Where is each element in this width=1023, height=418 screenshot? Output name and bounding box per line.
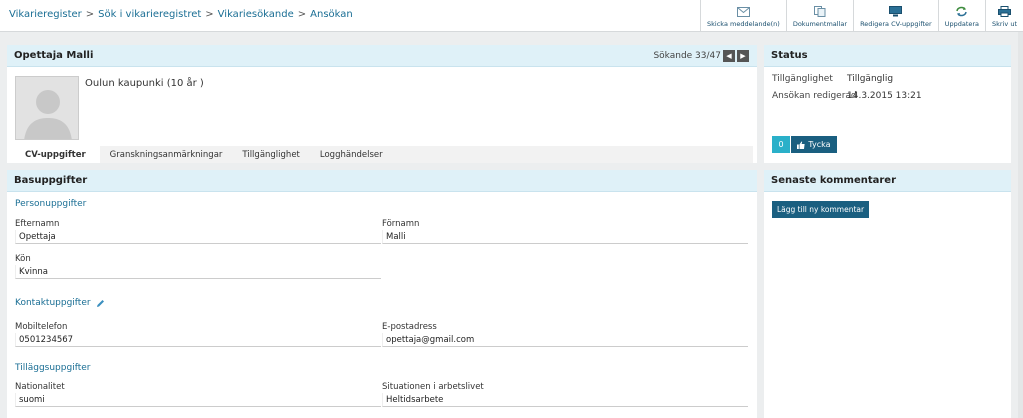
templates-button[interactable]: Dokumentmallar <box>785 0 853 32</box>
breadcrumb-item-applicants[interactable]: Vikariesökande <box>218 9 294 20</box>
personal-section-title: Personuppgifter <box>15 199 87 209</box>
applicant-name: Opettaja Malli <box>14 50 94 61</box>
documents-icon <box>813 6 826 17</box>
email-field[interactable]: opettaja@gmail.com <box>382 333 748 347</box>
breadcrumb-separator: > <box>297 9 307 20</box>
breadcrumb: Vikarieregister > Sök i vikarieregistret > V… <box>9 9 353 20</box>
work-situation-label: Situationen i arbetslivet <box>382 382 484 392</box>
profile-header: Opettaja Malli Sökande 33/47 ◀ ▶ <box>7 45 757 67</box>
edited-row: Ansökan redigerad 14.3.2015 13:21 <box>772 91 922 101</box>
gender-field[interactable]: Kvinna <box>15 265 381 279</box>
monitor-icon <box>889 6 903 17</box>
availability-value: Tillgänglig <box>847 74 894 84</box>
nationality-label: Nationalitet <box>15 382 65 392</box>
toolbar: Skicka meddelande(n) Dokumentmallar Redi… <box>700 0 1023 32</box>
firstname-label: Förnamn <box>382 219 420 229</box>
mobile-field[interactable]: 0501234567 <box>15 333 381 347</box>
email-label: E-postadress <box>382 322 437 332</box>
previous-applicant-button[interactable]: ◀ <box>723 50 735 62</box>
profile-tabs: CV-uppgifter Granskningsanmärkningar Til… <box>11 146 753 163</box>
applicant-pager: Sökande 33/47 ◀ ▶ <box>653 50 749 62</box>
status-panel: Status Tillgänglighet Tillgänglig Ansöka… <box>764 45 1011 163</box>
breadcrumb-item-current: Ansökan <box>310 9 353 20</box>
tab-availability[interactable]: Tillgänglighet <box>232 146 309 163</box>
refresh-icon <box>956 6 968 17</box>
add-comment-button[interactable]: Lägg till ny kommentar <box>772 201 870 218</box>
avatar <box>15 76 79 140</box>
refresh-label: Uppdatera <box>944 20 980 28</box>
comments-title: Senaste kommentarer <box>771 175 897 186</box>
person-silhouette-icon <box>16 77 78 139</box>
like-label: Tycka <box>808 140 831 149</box>
comments-panel: Senaste kommentarer Lägg till ny komment… <box>764 170 1011 418</box>
mobile-label: Mobiltelefon <box>15 322 68 332</box>
refresh-button[interactable]: Uppdatera <box>937 0 985 32</box>
contact-section-label: Kontaktuppgifter <box>15 298 91 308</box>
pencil-icon[interactable] <box>96 299 105 308</box>
thumbs-up-icon <box>797 141 806 149</box>
lastname-field[interactable]: Opettaja <box>15 230 381 244</box>
print-button[interactable]: Skriv ut <box>985 0 1023 32</box>
scrollbar-track[interactable] <box>1018 32 1023 418</box>
contact-section-title: Kontaktuppgifter <box>15 298 105 308</box>
tab-log-events[interactable]: Logghändelser <box>310 146 393 163</box>
extra-section-title: Tilläggsuppgifter <box>15 363 91 373</box>
work-situation-field[interactable]: Heltidsarbete <box>382 393 748 407</box>
pager-text: Sökande 33/47 <box>653 51 721 61</box>
breadcrumb-item-search[interactable]: Sök i vikarieregistret <box>98 9 201 20</box>
edit-cv-label: Redigera CV-uppgifter <box>860 20 932 28</box>
like-button[interactable]: Tycka <box>791 136 837 153</box>
edited-label: Ansökan redigerad <box>772 91 857 101</box>
print-label: Skriv ut <box>992 20 1017 28</box>
tab-review-notes[interactable]: Granskningsanmärkningar <box>100 146 233 163</box>
breadcrumb-separator: > <box>205 9 214 20</box>
applicant-location: Oulun kaupunki (10 år ) <box>85 78 204 89</box>
lastname-label: Efternamn <box>15 219 60 229</box>
availability-label: Tillgänglighet <box>772 74 833 84</box>
firstname-field[interactable]: Malli <box>382 230 748 244</box>
edited-value: 14.3.2015 13:21 <box>847 91 922 101</box>
top-bar: Vikarieregister > Sök i vikarieregistret > V… <box>0 0 1023 32</box>
edit-cv-button[interactable]: Redigera CV-uppgifter <box>853 0 938 32</box>
basic-info-title: Basuppgifter <box>14 175 88 186</box>
templates-label: Dokumentmallar <box>792 20 848 28</box>
status-title: Status <box>771 50 808 61</box>
nationality-field[interactable]: suomi <box>15 393 381 407</box>
profile-panel: Opettaja Malli Sökande 33/47 ◀ ▶ Oulun k… <box>7 45 757 163</box>
tab-cv[interactable]: CV-uppgifter <box>11 146 100 163</box>
basic-info-header: Basuppgifter <box>7 170 757 192</box>
status-header: Status <box>764 45 1011 67</box>
printer-icon <box>998 6 1012 17</box>
like-count: 0 <box>772 136 790 153</box>
gender-label: Kön <box>15 254 31 264</box>
send-message-label: Skicka meddelande(n) <box>707 20 780 28</box>
basic-info-panel: Basuppgifter Personuppgifter Efternamn O… <box>7 170 757 418</box>
comments-header: Senaste kommentarer <box>764 170 1011 192</box>
envelope-icon <box>736 7 750 17</box>
next-applicant-button[interactable]: ▶ <box>737 50 749 62</box>
breadcrumb-separator: > <box>85 9 95 20</box>
breadcrumb-item-register[interactable]: Vikarieregister <box>9 9 82 20</box>
send-message-button[interactable]: Skicka meddelande(n) <box>700 0 786 32</box>
availability-row: Tillgänglighet Tillgänglig <box>772 74 893 84</box>
